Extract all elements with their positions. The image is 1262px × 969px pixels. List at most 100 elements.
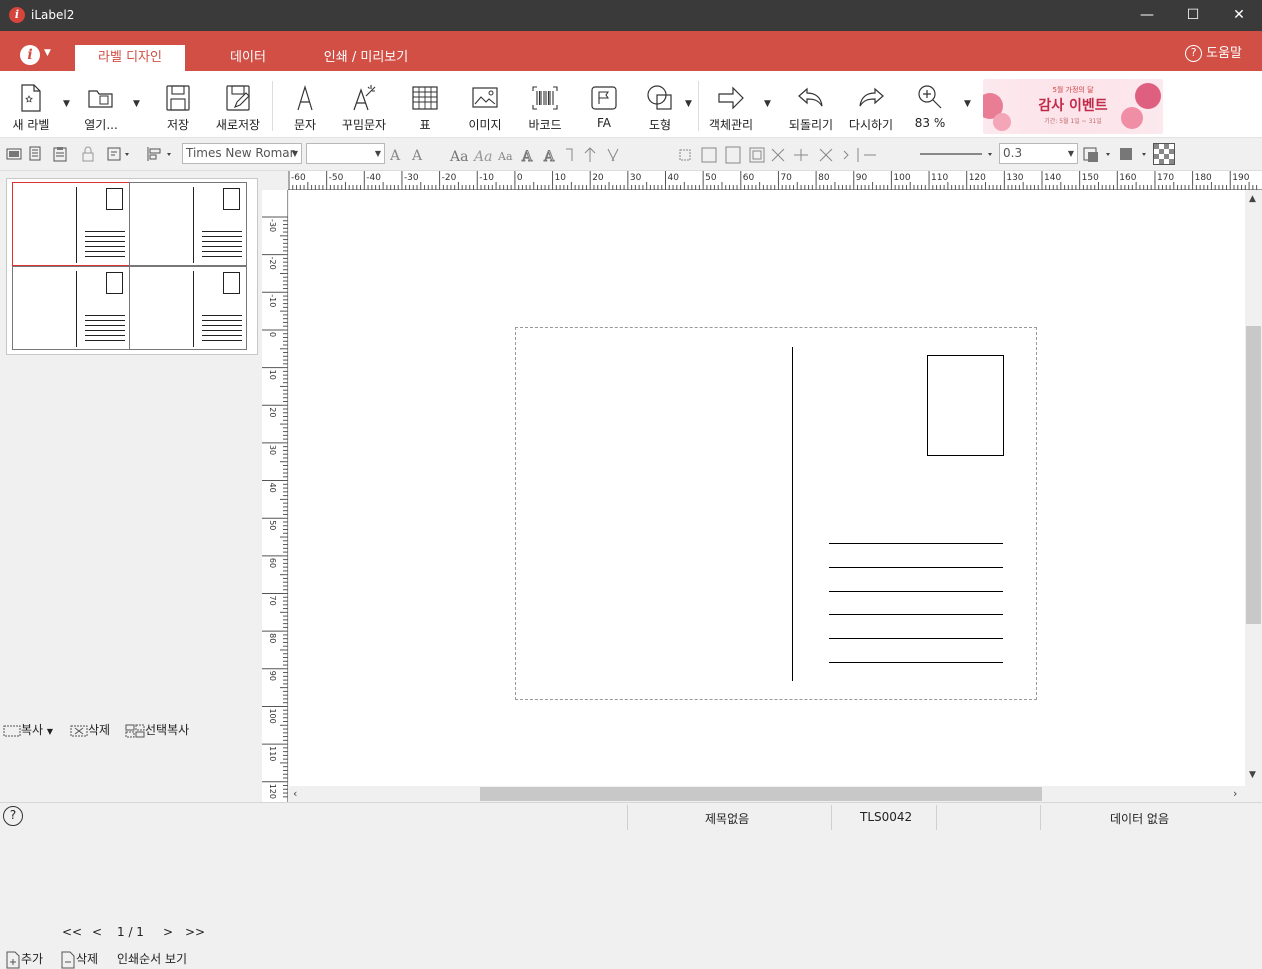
help-button[interactable]: ? 도움말 (1185, 45, 1242, 63)
fill-color-button[interactable] (1118, 146, 1152, 162)
font-size-select[interactable]: ▼ (306, 143, 385, 164)
thumb-line (85, 231, 125, 232)
first-page-button[interactable]: << (62, 925, 82, 939)
divider-line[interactable] (792, 347, 793, 681)
event-banner[interactable]: 5월 가정의 달 감사 이벤트 기간: 5월 1일 ~ 31일 (983, 79, 1163, 134)
address-line[interactable] (829, 567, 1003, 568)
lock-icon[interactable] (80, 146, 96, 162)
label-thumbnail[interactable] (12, 266, 130, 350)
barcode-icon (532, 86, 558, 110)
clipboard-icon[interactable] (52, 146, 68, 162)
print-order-button[interactable]: 인쇄순서 보기 (117, 950, 187, 967)
fa-button[interactable]: FA (582, 81, 626, 133)
save-as-button[interactable]: 새로저장 (208, 81, 268, 133)
image-button[interactable]: 이미지 (458, 81, 512, 133)
save-button[interactable]: 저장 (152, 81, 204, 133)
label-thumbnail[interactable] (129, 182, 247, 266)
zoom-button[interactable]: 83 % (906, 81, 954, 133)
align-left-icon[interactable] (146, 146, 174, 162)
thumb-line (202, 335, 242, 336)
line-color-button[interactable] (1082, 146, 1116, 162)
scroll-up-icon[interactable]: ▲ (1249, 194, 1256, 204)
address-line[interactable] (829, 591, 1003, 592)
scroll-down-icon[interactable]: ▼ (1249, 770, 1256, 780)
address-line[interactable] (829, 543, 1003, 544)
add-page-button[interactable]: 추가 (5, 950, 43, 969)
stamp-box[interactable] (927, 355, 1004, 456)
barcode-label: 바코드 (528, 118, 562, 132)
window-title: iLabel2 (31, 8, 75, 22)
chevron-down-icon: ▼ (291, 149, 298, 158)
copy-button[interactable]: 복사 ▼ (3, 721, 53, 738)
ruler-label: 150 (1082, 173, 1099, 183)
remove-page-button[interactable]: 삭제 (60, 950, 98, 969)
new-label-button[interactable]: 새 라벨 (6, 81, 56, 133)
horizontal-scroll-thumb[interactable] (480, 787, 1042, 801)
tab-label-design[interactable]: 라벨 디자인 (75, 45, 185, 71)
svg-text:A: A (543, 149, 555, 164)
shape-dropdown-icon[interactable]: ▼ (685, 99, 692, 109)
tab-data[interactable]: 데이터 (205, 45, 291, 71)
open-dropdown-icon[interactable]: ▼ (133, 99, 140, 109)
thumb-line (202, 241, 242, 242)
maximize-button[interactable]: ☐ (1170, 0, 1216, 31)
fa-label: FA (596, 116, 611, 130)
zoom-dropdown-icon[interactable]: ▼ (964, 99, 971, 109)
ruler-label: 160 (1119, 173, 1136, 183)
redo-label: 다시하기 (848, 118, 894, 132)
object-manage-dropdown-icon[interactable]: ▼ (764, 99, 771, 109)
copy-format-dropdown-icon[interactable] (106, 146, 132, 162)
scroll-left-icon[interactable]: ‹ (293, 787, 297, 800)
line-width-select[interactable]: 0.3 ▼ (999, 143, 1078, 164)
font-family-select[interactable]: Times New Romar ▼ (182, 143, 302, 164)
new-label-dropdown-icon[interactable]: ▼ (63, 99, 70, 109)
object-manage-button[interactable]: 객체관리 (702, 81, 760, 133)
ruler-label: 110 (931, 173, 948, 183)
label-thumbnail[interactable] (12, 182, 130, 266)
ruler-label: 70 (268, 596, 277, 606)
open-button[interactable]: 열기... (76, 81, 126, 133)
ruler-label: 60 (268, 558, 277, 568)
scroll-right-icon[interactable]: › (1233, 787, 1237, 800)
minimize-button[interactable]: — (1124, 0, 1170, 31)
undo-button[interactable]: 되돌리기 (782, 81, 840, 133)
delete-icon (70, 725, 88, 736)
pages-icon[interactable] (28, 146, 44, 162)
magic-text-icon (353, 85, 376, 111)
barcode-button[interactable]: 바코드 (518, 81, 572, 133)
ruler-label: -20 (268, 257, 277, 270)
line-style-select[interactable] (918, 146, 996, 162)
sheet-preview (6, 178, 258, 355)
select-copy-button[interactable]: 선택복사 (125, 721, 189, 738)
layout-icon[interactable] (6, 146, 22, 162)
label-page[interactable] (515, 327, 1037, 700)
label-thumbnail[interactable] (129, 266, 247, 350)
next-page-button[interactable]: > (163, 925, 173, 939)
table-button[interactable]: 표 (402, 81, 448, 133)
redo-button[interactable]: 다시하기 (842, 81, 900, 133)
last-page-button[interactable]: >> (185, 925, 205, 939)
tab-print-preview[interactable]: 인쇄 / 미리보기 (310, 45, 422, 71)
app-menu-button[interactable]: i ▼ (20, 44, 54, 66)
design-canvas[interactable] (289, 190, 1245, 786)
address-line[interactable] (829, 662, 1003, 663)
delete-button[interactable]: 삭제 (70, 721, 110, 738)
add-page-icon (6, 951, 20, 968)
text-button[interactable]: 문자 (280, 81, 330, 133)
address-line[interactable] (829, 638, 1003, 639)
copy-dropdown-icon[interactable]: ▼ (47, 727, 53, 736)
question-icon: ? (1185, 45, 1203, 62)
shape-button[interactable]: 도형 (636, 81, 684, 133)
text-style-tools[interactable]: A A Aa Aa Aa A A (390, 146, 630, 164)
horizontal-scrollbar[interactable]: ‹ › (289, 786, 1245, 802)
close-button[interactable]: ✕ (1216, 0, 1262, 31)
vertical-scrollbar[interactable]: ▲ ▼ (1245, 190, 1262, 786)
transparency-icon[interactable] (1153, 143, 1175, 165)
vertical-scroll-thumb[interactable] (1246, 326, 1261, 624)
address-line[interactable] (829, 614, 1003, 615)
prev-page-button[interactable]: < (92, 925, 102, 939)
fancy-text-button[interactable]: 꾸밈문자 (334, 81, 394, 133)
help-question-icon[interactable]: ? (3, 806, 23, 826)
ruler-label: -60 (291, 173, 306, 183)
object-tools[interactable] (678, 146, 888, 164)
